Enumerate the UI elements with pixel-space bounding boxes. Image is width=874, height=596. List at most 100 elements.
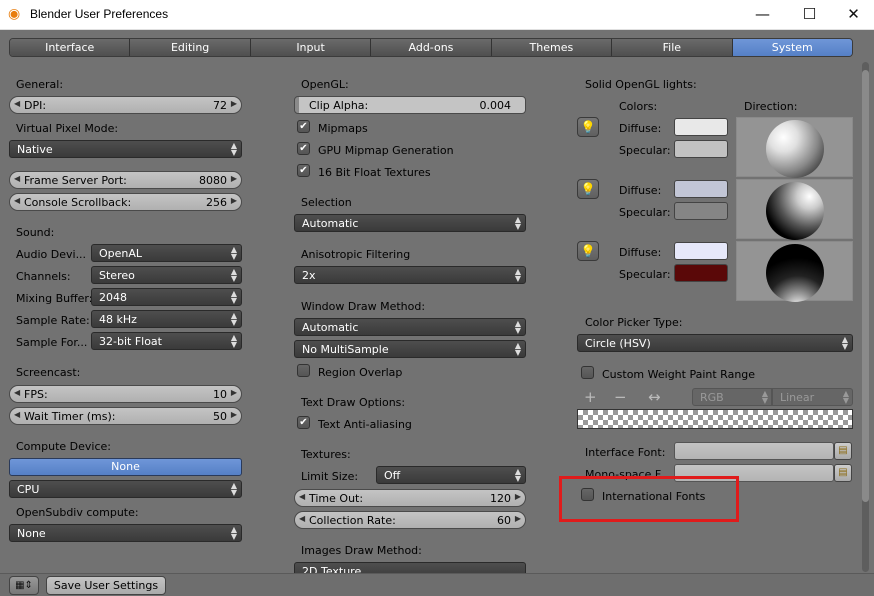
updown-chevron-icon: ▲ ▼: [841, 335, 848, 351]
light1-specular-color[interactable]: [674, 140, 728, 158]
tab-editing[interactable]: Editing: [130, 39, 251, 56]
increment-arrow-icon: ▶: [514, 514, 521, 523]
vertical-scrollbar[interactable]: [862, 62, 869, 572]
light-toggle-lamp-icon[interactable]: 💡: [577, 117, 599, 137]
tab-addons[interactable]: Add-ons: [371, 39, 492, 56]
images-draw-select[interactable]: 2D Texture: [294, 562, 526, 573]
light1-diffuse-color[interactable]: [674, 118, 728, 136]
increment-arrow-icon: ▶: [230, 196, 237, 205]
add-icon: +: [584, 388, 597, 406]
updown-chevron-icon: ▲ ▼: [230, 525, 237, 541]
close-button[interactable]: ✕: [831, 0, 874, 30]
general-heading: General:: [16, 78, 64, 91]
solid-lights-heading: Solid OpenGL lights:: [585, 78, 697, 91]
compute-none-button[interactable]: None: [9, 458, 242, 476]
light3-diffuse-color[interactable]: [674, 242, 728, 260]
images-draw-clip: 2D Texture: [294, 562, 526, 573]
frame-server-port-field[interactable]: ◀ Frame Server Port: 8080 ▶: [9, 171, 242, 189]
decrement-arrow-icon: ◀: [14, 99, 21, 108]
save-user-settings-button[interactable]: Save User Settings: [46, 576, 166, 595]
diffuse-label: Diffuse:: [619, 184, 662, 197]
highlight-box: [559, 476, 739, 522]
custom-weight-checkbox[interactable]: [581, 366, 594, 379]
sphere-ball: [766, 244, 824, 302]
clip-alpha-slider[interactable]: Clip Alpha: 0.004: [294, 96, 526, 114]
light1-direction-sphere[interactable]: [736, 117, 853, 178]
mixing-buffer-label: Mixing Buffer:: [16, 292, 93, 305]
dpi-field[interactable]: ◀ DPI: 72 ▶: [9, 96, 242, 114]
tab-file[interactable]: File: [612, 39, 733, 56]
tab-system[interactable]: System: [732, 39, 852, 56]
tab-interface[interactable]: Interface: [10, 39, 131, 56]
remove-icon: −: [614, 388, 627, 406]
folder-icon[interactable]: ▤: [834, 442, 852, 460]
compute-device-select[interactable]: CPU ▲ ▼: [9, 480, 242, 498]
selection-select[interactable]: Automatic ▲ ▼: [294, 214, 526, 232]
float-textures-checkbox[interactable]: ✔: [297, 164, 310, 177]
mixing-buffer-select[interactable]: 2048 ▲ ▼: [91, 288, 242, 306]
light2-direction-sphere[interactable]: [736, 179, 853, 240]
tab-input[interactable]: Input: [250, 39, 372, 56]
limit-size-select[interactable]: Off ▲ ▼: [376, 466, 526, 484]
light2-specular-color[interactable]: [674, 202, 728, 220]
console-scrollback-field[interactable]: ◀ Console Scrollback: 256 ▶: [9, 193, 242, 211]
editor-type-icon[interactable]: ▦⇕: [9, 576, 39, 595]
collection-rate-field[interactable]: ◀ Collection Rate: 60 ▶: [294, 511, 526, 529]
channels-select[interactable]: Stereo ▲ ▼: [91, 266, 242, 284]
text-antialiasing-label: Text Anti-aliasing: [318, 418, 412, 431]
gpu-mipmap-checkbox[interactable]: ✔: [297, 142, 310, 155]
anisotropic-label: Anisotropic Filtering: [301, 248, 411, 261]
interface-font-label: Interface Font:: [585, 446, 666, 459]
specular-label: Specular:: [619, 144, 671, 157]
linear-value: Linear: [780, 391, 815, 404]
light3-direction-sphere[interactable]: [736, 241, 853, 302]
collection-rate-value: 60: [497, 514, 511, 527]
time-out-field[interactable]: ◀ Time Out: 120 ▶: [294, 489, 526, 507]
fps-field[interactable]: ◀ FPS: 10 ▶: [9, 385, 242, 403]
linear-select: Linear ▲ ▼: [772, 388, 853, 406]
light-toggle-lamp-icon[interactable]: 💡: [577, 179, 599, 199]
mixing-buffer-value: 2048: [99, 291, 127, 304]
opensubdiv-select[interactable]: None ▲ ▼: [9, 524, 242, 542]
compute-device-value: CPU: [17, 483, 40, 496]
light-toggle-lamp-icon[interactable]: 💡: [577, 241, 599, 261]
region-overlap-checkbox[interactable]: [297, 364, 310, 377]
sample-rate-select[interactable]: 48 kHz ▲ ▼: [91, 310, 242, 328]
images-draw-value: 2D Texture: [302, 565, 362, 573]
multisample-select[interactable]: No MultiSample ▲ ▼: [294, 340, 526, 358]
sample-format-select[interactable]: 32-bit Float ▲ ▼: [91, 332, 242, 350]
audio-device-select[interactable]: OpenAL ▲ ▼: [91, 244, 242, 262]
window-draw-value: Automatic: [302, 321, 359, 334]
sphere-ball: [766, 182, 824, 240]
color-picker-type-select[interactable]: Circle (HSV) ▲ ▼: [577, 334, 853, 352]
interface-font-field[interactable]: [674, 442, 834, 460]
virtual-pixel-mode-select[interactable]: Native ▲ ▼: [9, 140, 242, 158]
tab-themes[interactable]: Themes: [491, 39, 613, 56]
text-antialiasing-checkbox[interactable]: ✔: [297, 416, 310, 429]
light2-diffuse-color[interactable]: [674, 180, 728, 198]
anisotropic-select[interactable]: 2x ▲ ▼: [294, 266, 526, 284]
window-draw-select[interactable]: Automatic ▲ ▼: [294, 318, 526, 336]
minimize-button[interactable]: —: [740, 0, 785, 30]
light3-specular-color[interactable]: [674, 264, 728, 282]
region-overlap-label: Region Overlap: [318, 366, 403, 379]
folder-icon[interactable]: ▤: [834, 464, 852, 482]
diffuse-label: Diffuse:: [619, 246, 662, 259]
blender-logo-icon: ◉: [8, 6, 21, 22]
maximize-button[interactable]: ☐: [787, 0, 832, 30]
wait-timer-field[interactable]: ◀ Wait Timer (ms): 50 ▶: [9, 407, 242, 425]
updown-chevron-icon: ▲ ▼: [230, 333, 237, 349]
flip-icon: ↔: [648, 388, 661, 406]
mipmaps-label: Mipmaps: [318, 122, 368, 135]
clip-alpha-label: Clip Alpha:: [309, 99, 369, 112]
updown-chevron-icon: ▲ ▼: [514, 267, 521, 283]
mipmaps-checkbox[interactable]: ✔: [297, 120, 310, 133]
frame-server-port-value: 8080: [199, 174, 227, 187]
console-scrollback-label: Console Scrollback:: [24, 196, 132, 209]
updown-chevron-icon: ▲ ▼: [514, 215, 521, 231]
updown-chevron-icon: ▲ ▼: [514, 319, 521, 335]
selection-label: Selection: [301, 196, 352, 209]
scrollbar-thumb[interactable]: [862, 70, 869, 502]
compute-device-heading: Compute Device:: [16, 440, 111, 453]
opensubdiv-label: OpenSubdiv compute:: [16, 506, 139, 519]
